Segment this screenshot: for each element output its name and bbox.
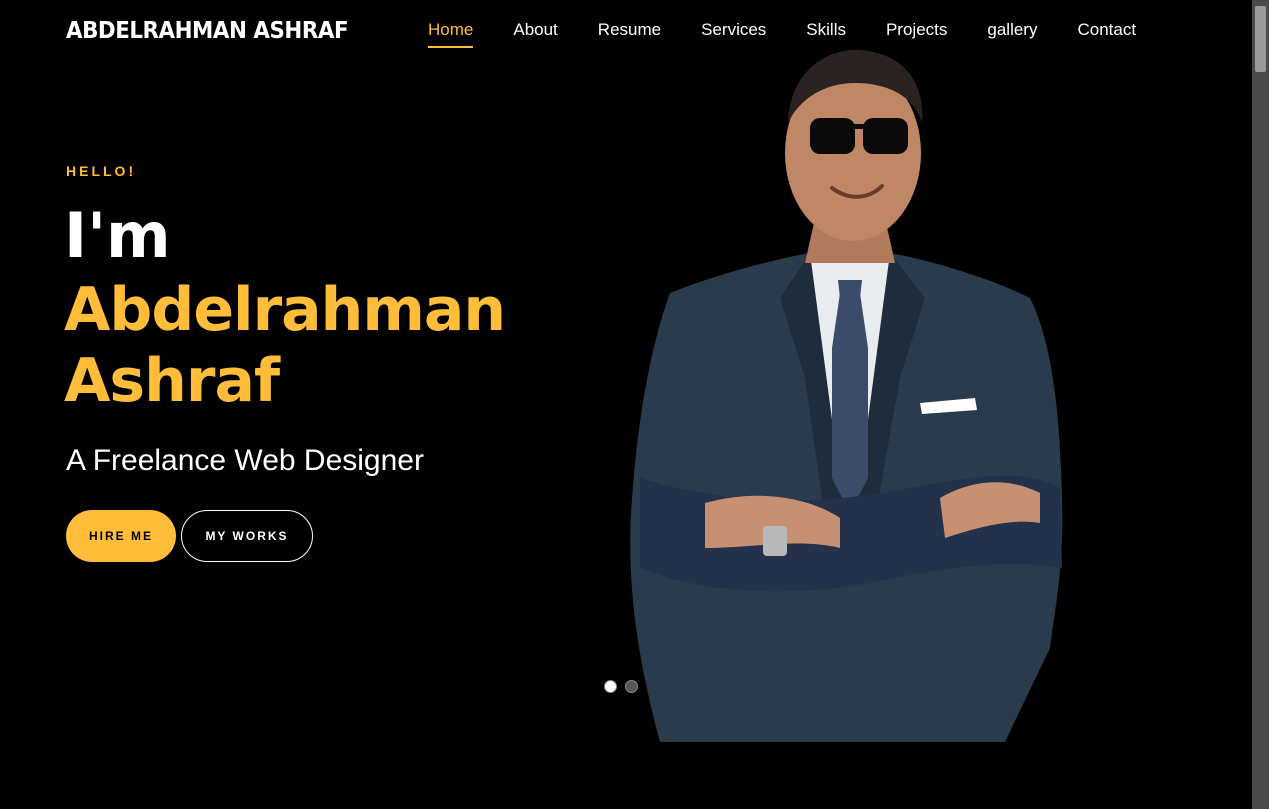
slider-dot-2[interactable] — [625, 680, 638, 693]
nav-skills[interactable]: Skills — [806, 20, 846, 48]
hero-name-first: Abdelrahman — [64, 275, 506, 345]
nav-about[interactable]: About — [513, 20, 557, 48]
hero-page: ABDELRAHMAN ASHRAF Home About Resume Ser… — [0, 0, 1252, 809]
nav-projects[interactable]: Projects — [886, 20, 947, 48]
nav-gallery[interactable]: gallery — [987, 20, 1037, 48]
slider-dots — [604, 680, 638, 693]
slider-dot-1[interactable] — [604, 680, 617, 693]
hero-intro: I'm — [64, 199, 171, 272]
nav-home[interactable]: Home — [428, 20, 474, 48]
hero-subtitle: A Freelance Web Designer — [66, 444, 424, 477]
hire-me-button[interactable]: HIRE ME — [66, 510, 176, 562]
portrait-image — [630, 49, 1063, 742]
page-scrollbar[interactable] — [1252, 0, 1269, 809]
hero-name-last: Ashraf — [64, 346, 280, 416]
nav-resume[interactable]: Resume — [598, 20, 661, 48]
hero-greeting: HELLO! — [66, 163, 137, 179]
my-works-button[interactable]: MY WORKS — [181, 510, 313, 562]
nav-contact[interactable]: Contact — [1077, 20, 1136, 48]
scrollbar-thumb[interactable] — [1255, 6, 1266, 72]
main-nav: Home About Resume Services Skills Projec… — [428, 20, 1136, 48]
nav-services[interactable]: Services — [701, 20, 766, 48]
brand-logo[interactable]: ABDELRAHMAN ASHRAF — [66, 18, 349, 44]
